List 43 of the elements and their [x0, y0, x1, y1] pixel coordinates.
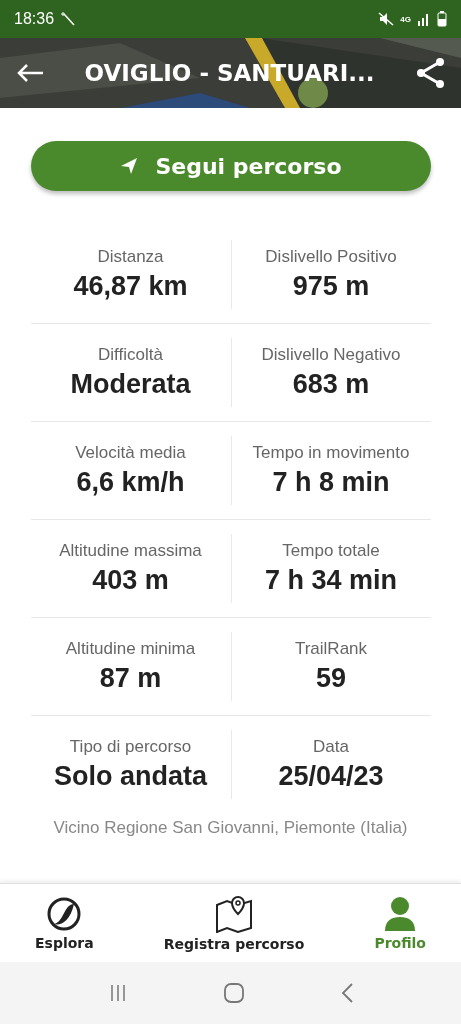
- swoosh-logo-icon: [46, 895, 83, 932]
- stat-label: Dislivello Negativo: [261, 345, 401, 365]
- stat-label: Altitudine minima: [65, 639, 196, 659]
- nav-tab[interactable]: Esplora: [35, 895, 94, 951]
- stat-value: Moderata: [70, 369, 191, 400]
- stat-value: 59: [315, 663, 346, 694]
- stat-value: 46,87 km: [73, 271, 188, 302]
- stat-value: 25/04/23: [278, 761, 384, 792]
- stat-value: 7 h 34 min: [264, 565, 397, 596]
- stat-value: 403 m: [92, 565, 169, 596]
- stat-value: 6,6 km/h: [76, 467, 185, 498]
- location-text: Vicino Regione San Giovanni, Piemonte (Italia): [52, 817, 409, 839]
- nav-tab[interactable]: Registra percorso: [163, 894, 305, 952]
- stat-label: Distanza: [97, 247, 164, 267]
- back-icon[interactable]: [339, 982, 354, 1004]
- magic-wand-icon: [60, 11, 77, 27]
- back-arrow-icon[interactable]: [16, 63, 44, 83]
- stat-value: 683 m: [292, 369, 370, 400]
- signal-icon: [417, 12, 431, 26]
- stat-label: Tempo totale: [282, 541, 380, 561]
- navigation-arrow-icon: [119, 156, 140, 176]
- stat-label: Tempo in movimento: [252, 443, 410, 463]
- network-type: 4G: [400, 14, 411, 24]
- stat-label: Difficoltà: [98, 345, 163, 365]
- stat-label: Altitudine massima: [59, 541, 202, 561]
- stat-label: TrailRank: [294, 639, 368, 659]
- stat-value: 975 m: [292, 271, 370, 302]
- share-icon[interactable]: [415, 57, 445, 89]
- person-icon: [383, 895, 418, 932]
- nav-tab[interactable]: Profilo: [374, 895, 426, 951]
- stat-label: Tipo di percorso: [69, 737, 192, 757]
- stat-value: 87 m: [99, 663, 162, 694]
- home-icon[interactable]: [222, 982, 245, 1004]
- stat-label: Dislivello Positivo: [265, 247, 397, 267]
- mute-icon: [378, 12, 395, 26]
- stat-value: Solo andata: [54, 761, 207, 792]
- follow-route-button[interactable]: Segui percorso: [30, 141, 431, 191]
- stat-value: 7 h 8 min: [272, 467, 390, 498]
- map-pin-icon: [214, 894, 255, 933]
- battery-icon: [437, 11, 447, 27]
- stat-label: Data: [313, 737, 349, 757]
- stat-label: Velocità media: [75, 443, 186, 463]
- status-time: 18:36: [14, 10, 55, 28]
